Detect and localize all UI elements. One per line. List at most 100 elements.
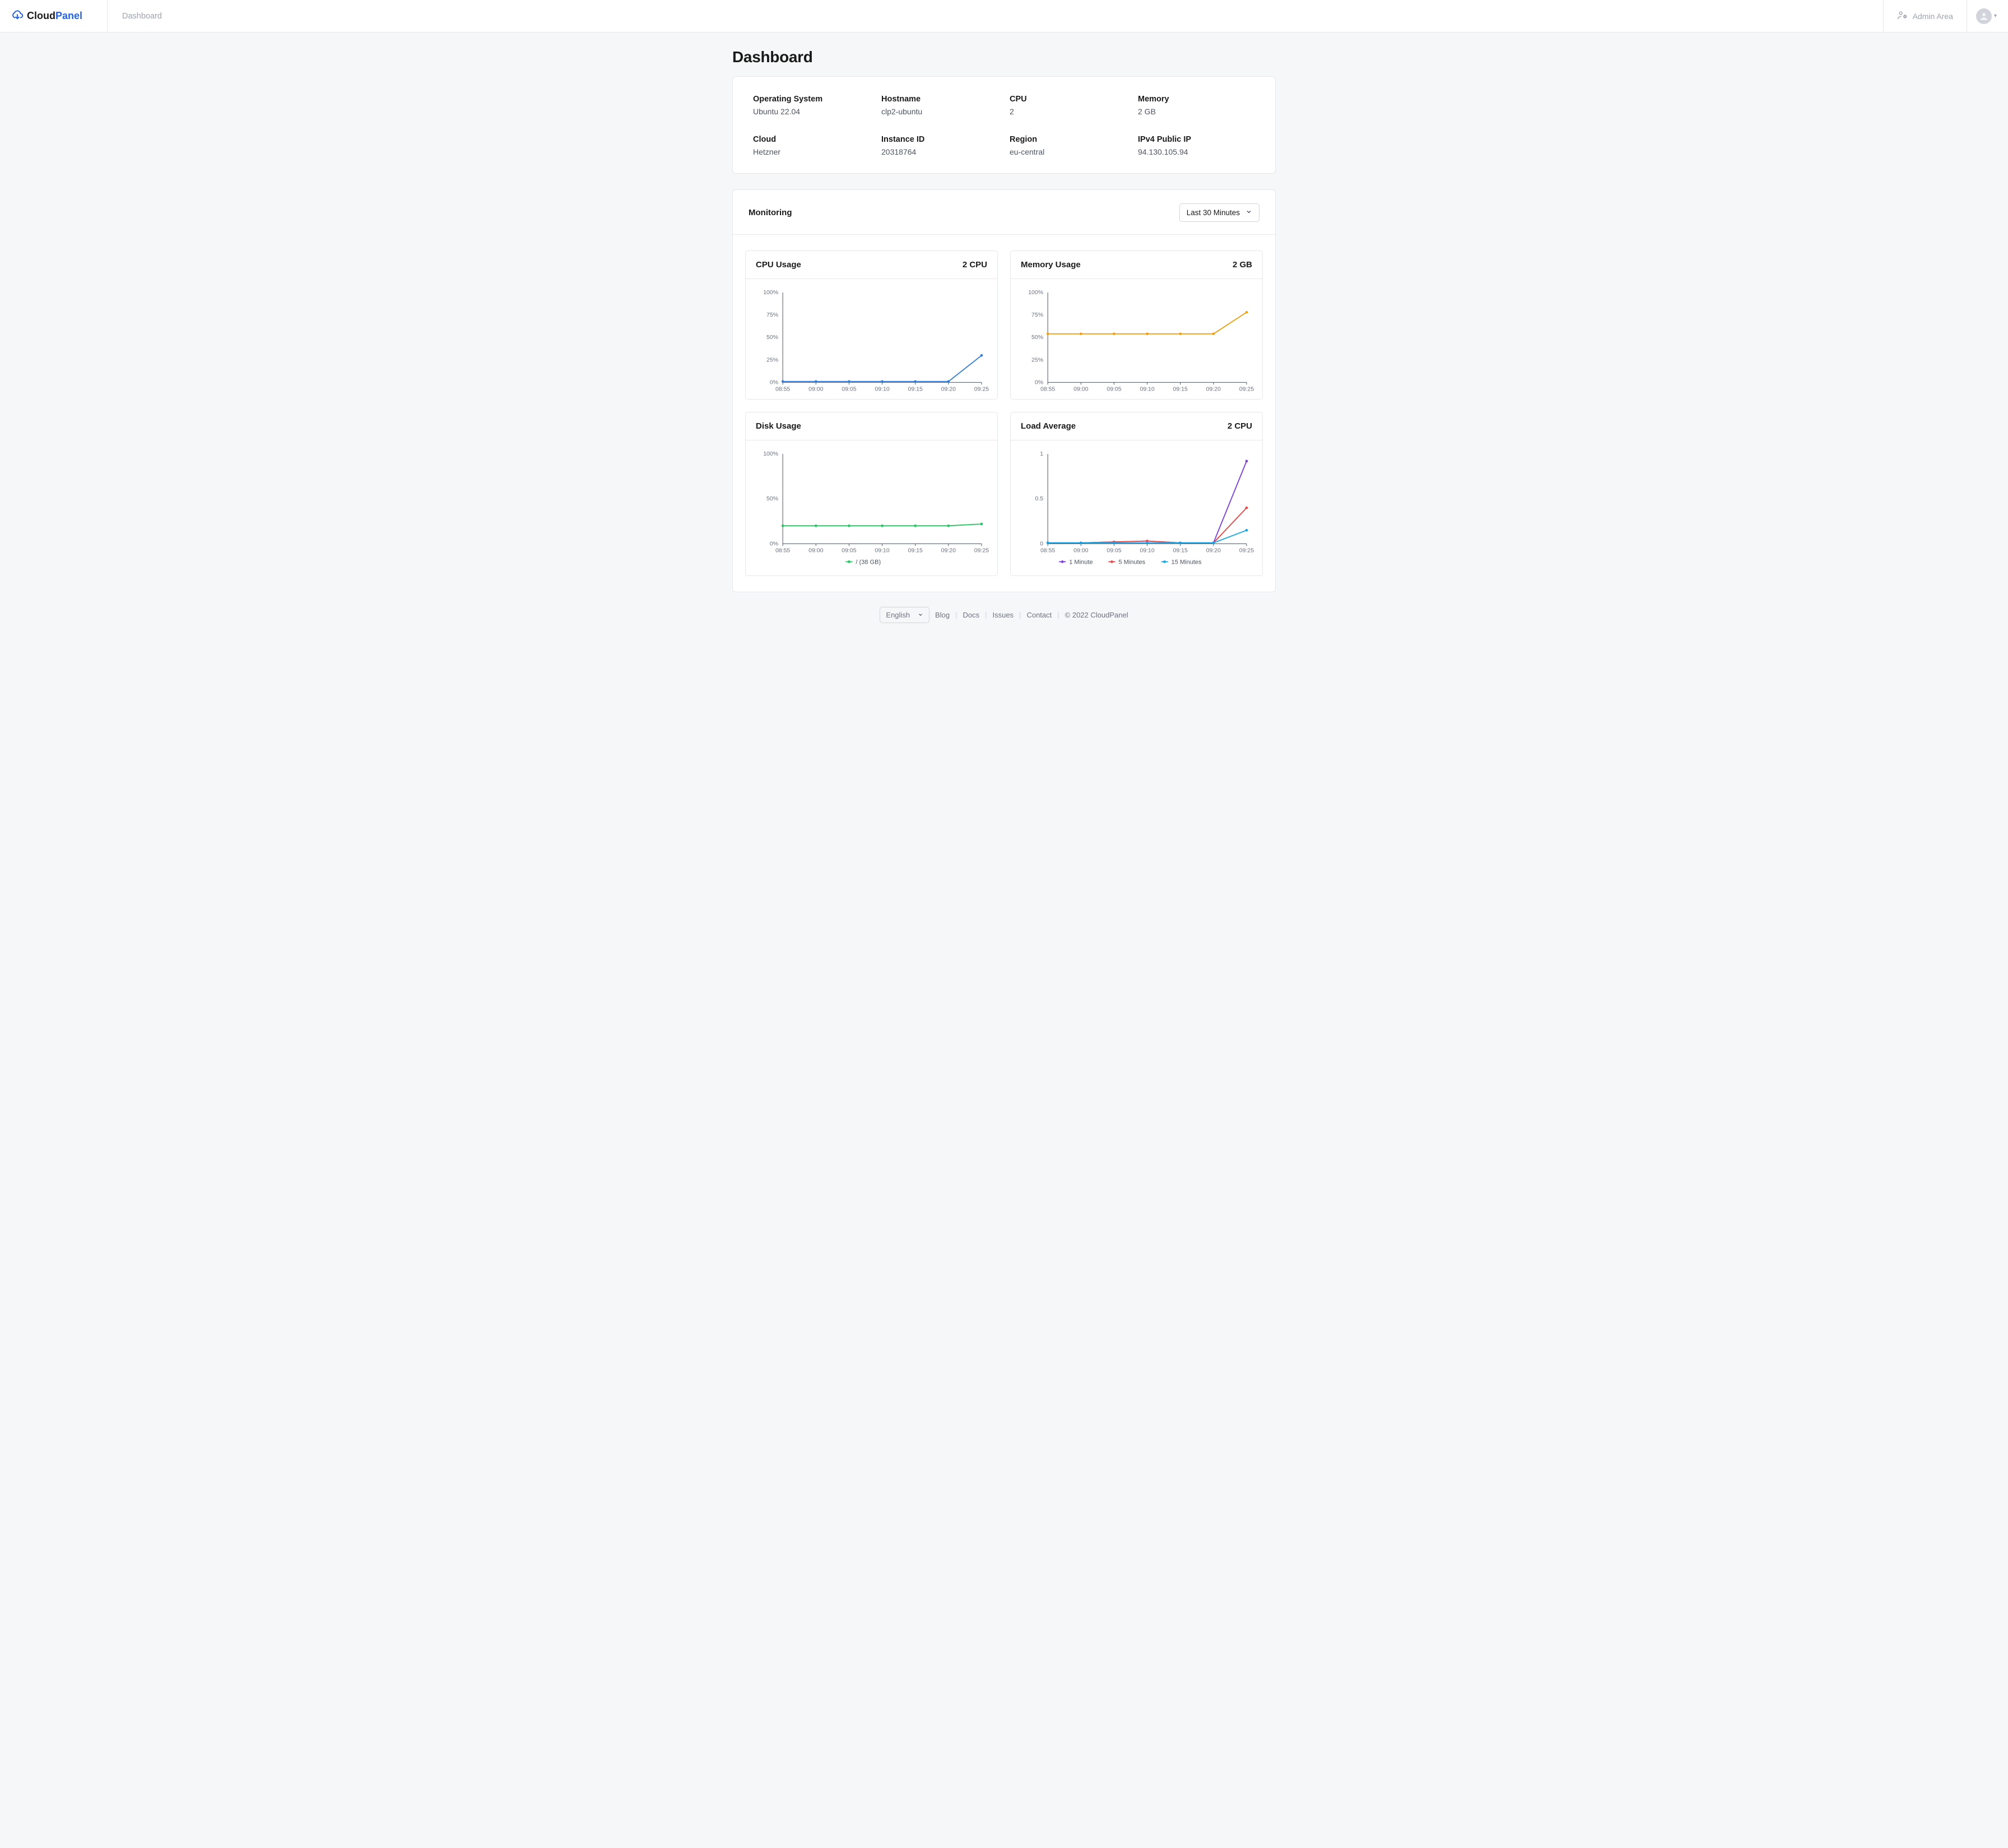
footer-blog[interactable]: Blog [935,611,950,619]
svg-text:0: 0 [1040,541,1043,547]
svg-text:09:20: 09:20 [941,386,956,392]
chart-title: Memory Usage [1021,260,1081,270]
info-hostname-value: clp2-ubuntu [881,107,998,116]
info-memory: Memory 2 GB [1138,95,1255,116]
info-hostname-label: Hostname [881,95,998,104]
info-cloud: Cloud Hetzner [753,135,870,156]
svg-text:08:55: 08:55 [775,386,790,392]
monitoring-title: Monitoring [749,208,792,217]
info-memory-label: Memory [1138,95,1255,104]
footer-copyright: © 2022 CloudPanel [1065,611,1128,619]
app-header: CloudPanel Dashboard Admin Area ▾ [0,0,2008,32]
chart-card-cpu_usage: CPU Usage 2 CPU 0%25%50%75%100%08:5509:0… [745,250,998,400]
info-instance-label: Instance ID [881,135,998,144]
svg-text:0.5: 0.5 [1035,496,1043,503]
svg-text:50%: 50% [766,496,778,503]
svg-text:09:25: 09:25 [974,547,989,554]
svg-text:0%: 0% [770,541,778,547]
admin-area-label: Admin Area [1913,12,1953,21]
svg-text:1: 1 [1040,451,1043,457]
svg-text:09:05: 09:05 [842,386,856,392]
svg-text:75%: 75% [766,312,778,318]
svg-text:09:00: 09:00 [1073,386,1088,392]
svg-text:09:00: 09:00 [1073,547,1088,554]
users-gear-icon [1897,10,1908,22]
info-cpu-value: 2 [1010,107,1127,116]
chart-sub: 2 GB [1233,260,1252,270]
time-range-label: Last 30 Minutes [1187,208,1240,217]
svg-text:/ (38 GB): / (38 GB) [856,559,881,566]
nav-dashboard[interactable]: Dashboard [108,0,176,32]
chart-title: Load Average [1021,421,1076,431]
page-title: Dashboard [732,48,1276,66]
info-os-value: Ubuntu 22.04 [753,107,870,116]
chart-title: CPU Usage [756,260,801,270]
language-label: English [886,611,910,619]
chevron-down-icon [1245,208,1252,217]
svg-text:09:05: 09:05 [1107,386,1121,392]
svg-text:08:55: 08:55 [775,547,790,554]
logo-text-2: Panel [55,10,82,21]
svg-text:5 Minutes: 5 Minutes [1118,559,1145,566]
svg-text:09:15: 09:15 [1173,386,1188,392]
logo-cell: CloudPanel [0,0,108,32]
avatar [1976,8,1992,24]
info-instance-value: 20318764 [881,147,998,156]
chevron-down-icon [918,611,923,619]
system-info-card: Operating SystemUbuntu 22.04 Hostname clp… [732,76,1276,174]
svg-text:09:10: 09:10 [875,386,889,392]
info-hostname: Hostname clp2-ubuntu [881,95,998,116]
info-region-value: eu-central [1010,147,1127,156]
info-cloud-label: Cloud [753,135,870,144]
svg-text:75%: 75% [1031,312,1043,318]
monitoring-card: Monitoring Last 30 Minutes CPU Usage 2 C… [732,189,1276,592]
svg-text:09:20: 09:20 [941,547,956,554]
footer: English Blog| Docs| Issues| Contact| © 2… [0,598,2008,640]
info-region: Regioneu-central [1010,135,1127,156]
svg-text:09:25: 09:25 [1239,386,1254,392]
language-select[interactable]: English [880,607,929,623]
svg-text:09:00: 09:00 [808,547,823,554]
footer-docs[interactable]: Docs [963,611,979,619]
svg-text:25%: 25% [766,356,778,363]
svg-text:50%: 50% [766,334,778,341]
info-ip-label: IPv4 Public IP [1138,135,1255,144]
time-range-dropdown[interactable]: Last 30 Minutes [1179,203,1259,222]
chart-card-load_average: Load Average 2 CPU 00.5108:5509:0009:050… [1010,412,1263,576]
chart-card-disk_usage: Disk Usage 0%50%100%08:5509:0009:0509:10… [745,412,998,576]
footer-issues[interactable]: Issues [992,611,1014,619]
logo-text-1: Cloud [27,10,55,21]
svg-text:25%: 25% [1031,356,1043,363]
info-memory-value: 2 GB [1138,107,1255,116]
admin-area-link[interactable]: Admin Area [1883,0,1967,32]
info-cpu: CPU 2 [1010,95,1127,116]
svg-text:09:10: 09:10 [875,547,889,554]
chart-sub: 2 CPU [1228,421,1252,431]
chart-card-memory_usage: Memory Usage 2 GB 0%25%50%75%100%08:5509… [1010,250,1263,400]
svg-text:09:25: 09:25 [974,386,989,392]
user-menu[interactable]: ▾ [1967,0,2008,32]
svg-text:09:05: 09:05 [842,547,856,554]
svg-text:09:15: 09:15 [908,547,923,554]
svg-text:50%: 50% [1031,334,1043,341]
svg-text:09:20: 09:20 [1206,386,1221,392]
svg-text:09:00: 09:00 [808,386,823,392]
svg-text:09:15: 09:15 [908,386,923,392]
svg-text:09:25: 09:25 [1239,547,1254,554]
chevron-down-icon: ▾ [1994,13,1997,19]
svg-text:1 Minute: 1 Minute [1069,559,1093,566]
svg-text:100%: 100% [1028,289,1043,296]
chart-disk_usage: 0%50%100%08:5509:0009:0509:1009:1509:200… [754,448,989,569]
svg-text:08:55: 08:55 [1040,386,1055,392]
info-os: Operating SystemUbuntu 22.04 [753,95,870,116]
logo[interactable]: CloudPanel [11,8,82,24]
chart-memory_usage: 0%25%50%75%100%08:5509:0009:0509:1009:15… [1019,287,1254,392]
info-cloud-value: Hetzner [753,147,870,156]
cloud-icon [11,8,24,24]
svg-text:08:55: 08:55 [1040,547,1055,554]
svg-text:09:20: 09:20 [1206,547,1221,554]
svg-text:09:10: 09:10 [1140,386,1154,392]
footer-contact[interactable]: Contact [1026,611,1052,619]
svg-text:0%: 0% [770,379,778,386]
info-cpu-label: CPU [1010,95,1127,104]
